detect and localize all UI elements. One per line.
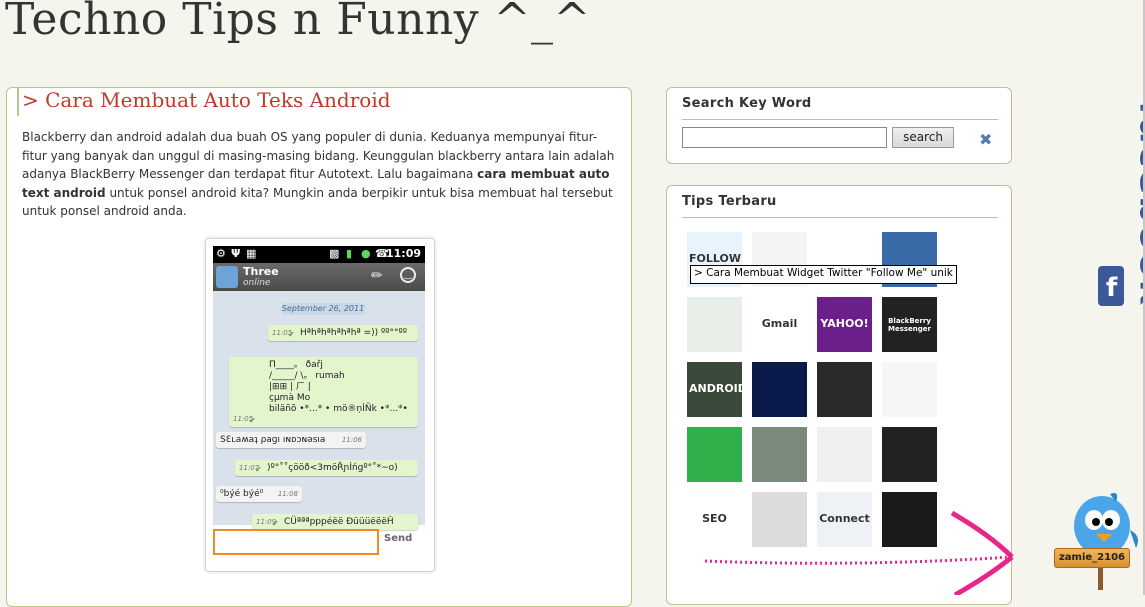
widget-divider bbox=[682, 217, 998, 218]
bb-icon: ▦ bbox=[246, 247, 257, 260]
tip-thumbnail-label: ANDROID bbox=[689, 382, 742, 395]
widget-divider bbox=[682, 119, 998, 120]
android-icon: ⚙ bbox=[216, 247, 226, 260]
tips-widget-title: Tips Terbaru bbox=[682, 194, 777, 209]
chat-message[interactable]: ⁰býé býé⁰ 11:08 bbox=[216, 486, 302, 502]
chat-message-text: П____。 ðařj bbox=[269, 360, 323, 370]
facebook-tab-label: facebook bbox=[1130, 100, 1144, 307]
chat-message-text: SƐʟaʍaʇ ρaɡı ıɴᴅɔɴəsıa bbox=[220, 435, 326, 445]
chat-message-text: CÜªªªpppéëë ÐüüüëëëĤ bbox=[284, 517, 394, 527]
chat-area: September 26, 2011 Hªhªhªhªhªhª =)) ºº°°… bbox=[213, 291, 425, 530]
chat-message[interactable]: CÜªªªpppéëë ÐüüüëëëĤ ✔ 11:09 bbox=[252, 514, 418, 530]
chat-message[interactable]: SƐʟaʍaʇ ρaɡı ıɴᴅɔɴəsıa 11:06 bbox=[216, 432, 366, 448]
tip-thumbnail[interactable]: YAHOO! bbox=[817, 297, 872, 352]
pink-arrow-decoration bbox=[704, 510, 1014, 595]
chat-message-time: 11:09 bbox=[256, 518, 277, 526]
message-input[interactable] bbox=[213, 529, 379, 555]
phone-screenshot: ⚙ Ψ ▦ ▩ ▮ ● ☎ 11:09 Three online ✏ ‿ Sep… bbox=[205, 238, 435, 572]
chat-message-text: biläñõ •*...* • mö®ņİÑk •*...*• bbox=[269, 404, 408, 414]
tip-thumbnail[interactable]: ANDROID bbox=[687, 362, 742, 417]
tip-thumbnail[interactable] bbox=[687, 297, 742, 352]
search-widget: Search Key Word search ✖ bbox=[666, 87, 1012, 164]
chat-message-time: 11:07 bbox=[239, 464, 260, 472]
tools-icon[interactable]: ✖ bbox=[979, 130, 992, 149]
chat-message-time: 11:08 bbox=[277, 490, 298, 498]
search-button[interactable]: search bbox=[892, 127, 954, 148]
status-time: 11:09 bbox=[385, 247, 421, 260]
battery-icon: ▮ bbox=[346, 247, 353, 260]
chat-message[interactable]: П____。 ðařj/_____/ \。 rumah |⊞⊞ | ㄏ | çµmà… bbox=[229, 357, 418, 427]
chat-message[interactable]: Hªhªhªhªhªhª =)) ºº°°ºº ✔ 11:05 bbox=[268, 325, 418, 341]
twitter-bird-icon[interactable] bbox=[1050, 490, 1142, 590]
chat-message-text: )º°˚˚çööð<3möŘɲİńgº°˚*~o) bbox=[267, 463, 398, 473]
date-label: September 26, 2011 bbox=[281, 303, 365, 315]
post-body-text-end: untuk ponsel android kita? Mungkin anda … bbox=[22, 185, 613, 219]
tip-thumbnail-label: Gmail bbox=[761, 317, 798, 330]
tip-thumbnail[interactable] bbox=[687, 427, 742, 482]
chat-message-text: Hªhªhªhªhªhª =)) ºº°°ºº bbox=[300, 328, 407, 338]
chat-message-text: ⁰býé býé⁰ bbox=[220, 489, 264, 499]
tip-thumbnail[interactable] bbox=[817, 362, 872, 417]
post-title[interactable]: > Cara Membuat Auto Teks Android bbox=[22, 88, 391, 112]
chat-message-time: 11:05 bbox=[233, 415, 254, 423]
chat-message-text: |⊞⊞ | ㄏ | bbox=[269, 382, 311, 392]
chat-message-time: 11:06 bbox=[341, 436, 362, 444]
blog-title[interactable]: Techno Tips n Funny ^_^ bbox=[5, 0, 591, 45]
tip-thumbnail[interactable] bbox=[752, 427, 807, 482]
smiley-icon[interactable]: ‿ bbox=[400, 267, 416, 283]
search-input[interactable] bbox=[682, 127, 887, 148]
chat-message-time: 11:05 bbox=[272, 329, 293, 337]
facebook-f-letter: f bbox=[1106, 273, 1118, 303]
chat-header: Three online ✏ ‿ bbox=[213, 263, 425, 291]
contact-status: online bbox=[243, 278, 271, 288]
send-button[interactable]: Send bbox=[384, 533, 412, 544]
tip-thumbnail[interactable]: Gmail bbox=[752, 297, 807, 352]
contact-name: Three bbox=[243, 265, 279, 278]
chat-message[interactable]: )º°˚˚çööð<3möŘɲİńgº°˚*~o) ✔ 11:07 bbox=[235, 460, 418, 476]
tip-thumbnail[interactable] bbox=[882, 362, 937, 417]
usb-icon: Ψ bbox=[231, 247, 241, 260]
paperclip-icon[interactable]: ✏ bbox=[371, 268, 383, 284]
tip-thumbnail[interactable] bbox=[882, 427, 937, 482]
post-body: Blackberry dan android adalah dua buah O… bbox=[22, 128, 620, 221]
contact-avatar bbox=[216, 266, 238, 288]
whatsapp-icon: ● bbox=[361, 247, 371, 260]
chat-message-text: /_____/ \。 rumah bbox=[269, 371, 345, 381]
chat-message-text: çµmà Mo bbox=[269, 393, 311, 403]
tip-thumbnail[interactable] bbox=[752, 362, 807, 417]
status-bar: ⚙ Ψ ▦ ▩ ▮ ● ☎ 11:09 bbox=[213, 246, 425, 263]
username-sign[interactable]: zamie_2106 bbox=[1054, 548, 1130, 568]
tip-thumbnail-label: YAHOO! bbox=[820, 317, 869, 330]
signal-icon: ▩ bbox=[329, 247, 340, 260]
tip-thumbnail[interactable]: BlackBerry Messenger bbox=[882, 297, 937, 352]
post-box: > Cara Membuat Auto Teks Android Blackbe… bbox=[6, 87, 632, 607]
thumbnail-tooltip: > Cara Membuat Widget Twitter "Follow Me… bbox=[690, 265, 957, 284]
search-widget-title: Search Key Word bbox=[682, 96, 812, 111]
tip-thumbnail[interactable] bbox=[817, 427, 872, 482]
tip-thumbnail-label: BlackBerry Messenger bbox=[888, 317, 931, 333]
facebook-tab[interactable]: f facebook bbox=[1096, 96, 1144, 312]
post-title-accent bbox=[17, 88, 19, 116]
